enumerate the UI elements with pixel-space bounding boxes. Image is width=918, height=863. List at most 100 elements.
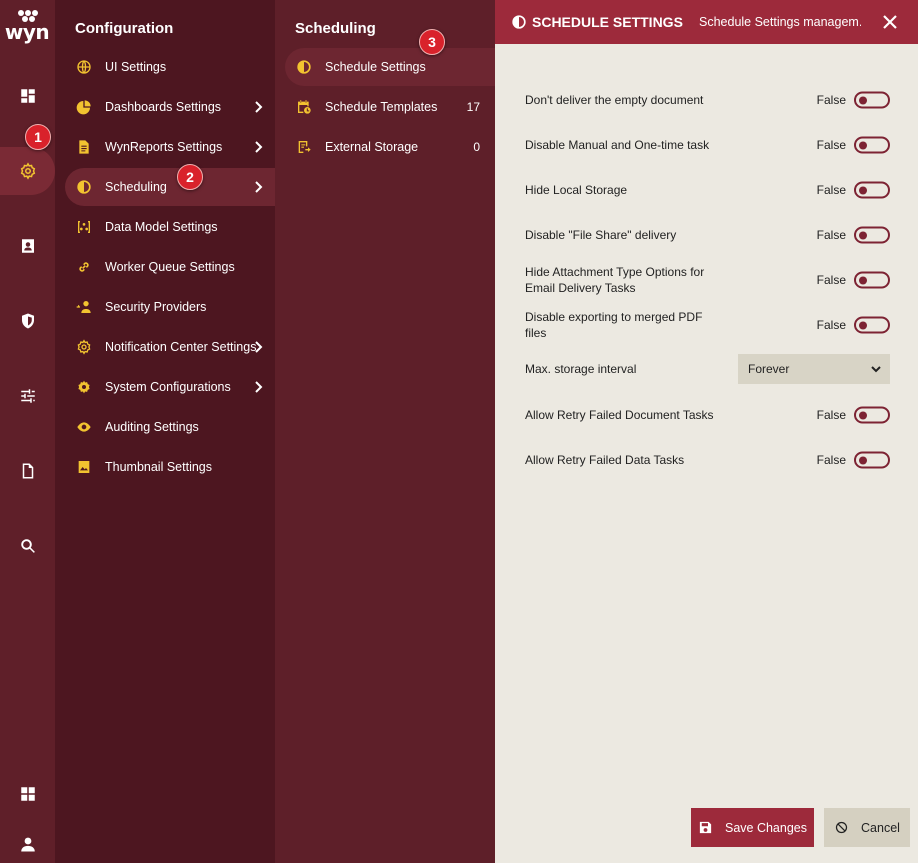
- user-icon: [20, 837, 35, 852]
- eye-icon: [77, 422, 91, 432]
- cancel-button[interactable]: Cancel: [824, 808, 910, 847]
- close-button[interactable]: [881, 13, 899, 31]
- setting-row: Hide Attachment Type Options for Email D…: [525, 260, 890, 300]
- chevron-down-icon: [870, 363, 882, 375]
- sched-item-label: External Storage: [325, 140, 419, 154]
- rail-settings-button[interactable]: [0, 374, 55, 418]
- scheduling-title: Scheduling: [295, 20, 376, 37]
- rail-contacts-button[interactable]: [0, 224, 55, 268]
- rail-documents-button[interactable]: [0, 449, 55, 493]
- toggle-switch[interactable]: [854, 451, 890, 469]
- sched-item-schedule-templates[interactable]: Schedule Templates 17: [285, 88, 495, 126]
- config-item-label: WynReports Settings: [105, 140, 223, 154]
- toggle-switch[interactable]: [854, 271, 890, 289]
- config-item-notification-center-settings[interactable]: Notification Center Settings: [65, 328, 275, 366]
- rail-apps-button[interactable]: [0, 772, 55, 816]
- external-storage-icon: [298, 141, 311, 153]
- setting-row: Disable Manual and One-time task False: [525, 125, 890, 165]
- config-item-label: Thumbnail Settings: [105, 460, 213, 474]
- setting-row: Disable exporting to merged PDF files Fa…: [525, 305, 890, 345]
- chevron-right-icon: [253, 100, 265, 114]
- setting-label: Disable exporting to merged PDF files: [525, 310, 703, 340]
- logo-text: wyn: [4, 20, 50, 44]
- config-item-label: Notification Center Settings: [105, 340, 257, 354]
- toggle-switch[interactable]: [854, 226, 890, 244]
- config-item-label: UI Settings: [105, 60, 167, 74]
- config-item-ui-settings[interactable]: UI Settings: [65, 48, 275, 86]
- setting-value: False: [816, 228, 846, 242]
- annotation-badge: 3: [419, 29, 445, 55]
- toggle-switch[interactable]: [854, 181, 890, 199]
- wyn-logo[interactable]: wyn: [4, 8, 50, 44]
- toggle-switch[interactable]: [854, 91, 890, 109]
- scheduling-panel: Scheduling Schedule Settings Schedule Te…: [275, 0, 495, 863]
- config-item-data-model-settings[interactable]: Data Model Settings: [65, 208, 275, 246]
- calendar-clock-icon: [298, 100, 311, 114]
- setting-label: Hide Local Storage: [525, 183, 628, 197]
- sched-item-label: Schedule Settings: [325, 60, 426, 74]
- rail-security-button[interactable]: [0, 299, 55, 343]
- save-label: Save Changes: [724, 820, 807, 835]
- rail-user-button[interactable]: [0, 822, 55, 863]
- config-item-dashboards-settings[interactable]: Dashboards Settings: [65, 88, 275, 126]
- annotation-badge: 2: [177, 164, 203, 190]
- sched-item-external-storage[interactable]: External Storage 0: [285, 128, 495, 166]
- sched-item-label: Schedule Templates: [325, 100, 438, 114]
- cancel-label: Cancel: [861, 820, 900, 835]
- config-item-label: Worker Queue Settings: [105, 260, 235, 274]
- chevron-right-icon: [253, 140, 265, 154]
- gear-icon: [77, 339, 91, 355]
- setting-value: False: [816, 93, 846, 107]
- setting-row: Disable "File Share" delivery False: [525, 215, 890, 255]
- setting-label: Disable "File Share" delivery: [525, 228, 677, 242]
- clock-icon: [77, 180, 91, 194]
- setting-value: False: [816, 273, 846, 287]
- config-item-label: Scheduling: [105, 180, 167, 194]
- annotation-badge: 1: [25, 124, 51, 150]
- config-item-security-providers[interactable]: Security Providers: [65, 288, 275, 326]
- cancel-icon: [835, 821, 848, 834]
- setting-label: Max. storage interval: [525, 362, 637, 376]
- settings-title: SCHEDULE SETTINGS: [532, 14, 683, 30]
- link-icon: [79, 262, 89, 272]
- external-storage-count: 0: [473, 140, 480, 154]
- storage-interval-select[interactable]: Forever: [738, 354, 890, 384]
- config-item-thumbnail-settings[interactable]: Thumbnail Settings: [65, 448, 275, 486]
- toggle-switch[interactable]: [854, 406, 890, 424]
- configuration-title: Configuration: [75, 20, 174, 37]
- config-item-label: System Configurations: [105, 380, 231, 394]
- chevron-right-icon: [253, 180, 265, 194]
- select-value: Forever: [748, 362, 790, 376]
- clock-icon: [297, 60, 311, 74]
- sched-item-schedule-settings[interactable]: Schedule Settings: [285, 48, 495, 86]
- config-item-wynreports-settings[interactable]: WynReports Settings: [65, 128, 275, 166]
- dashboards-icon: [20, 89, 35, 103]
- gear-icon: [20, 162, 35, 180]
- setting-value: False: [816, 408, 846, 422]
- user-key-icon: [76, 301, 91, 313]
- config-item-scheduling[interactable]: Scheduling: [65, 168, 275, 206]
- apps-icon: [20, 787, 35, 801]
- toggle-switch[interactable]: [854, 316, 890, 334]
- rail-dashboards-button[interactable]: [0, 74, 55, 118]
- contacts-icon: [21, 239, 34, 253]
- toggle-switch[interactable]: [854, 136, 890, 154]
- setting-row: Allow Retry Failed Document Tasks False: [525, 395, 890, 435]
- setting-value: False: [816, 318, 846, 332]
- schedule-settings-panel: SCHEDULE SETTINGS Schedule Settings mana…: [495, 0, 918, 863]
- pie-chart-icon: [76, 100, 91, 115]
- data-model-icon: [78, 221, 90, 233]
- save-changes-button[interactable]: Save Changes: [691, 808, 814, 847]
- image-icon: [78, 461, 90, 473]
- config-item-worker-queue-settings[interactable]: Worker Queue Settings: [65, 248, 275, 286]
- setting-label: Don't deliver the empty document: [525, 93, 704, 107]
- search-icon: [20, 539, 35, 553]
- rail-configuration-button[interactable]: [0, 149, 55, 193]
- config-item-auditing-settings[interactable]: Auditing Settings: [65, 408, 275, 446]
- globe-icon: [77, 60, 91, 74]
- settings-header: SCHEDULE SETTINGS Schedule Settings mana…: [495, 0, 918, 44]
- setting-row: Don't deliver the empty document False: [525, 80, 890, 120]
- config-item-system-configurations[interactable]: System Configurations: [65, 368, 275, 406]
- rail-search-button[interactable]: [0, 524, 55, 568]
- setting-row: Hide Local Storage False: [525, 170, 890, 210]
